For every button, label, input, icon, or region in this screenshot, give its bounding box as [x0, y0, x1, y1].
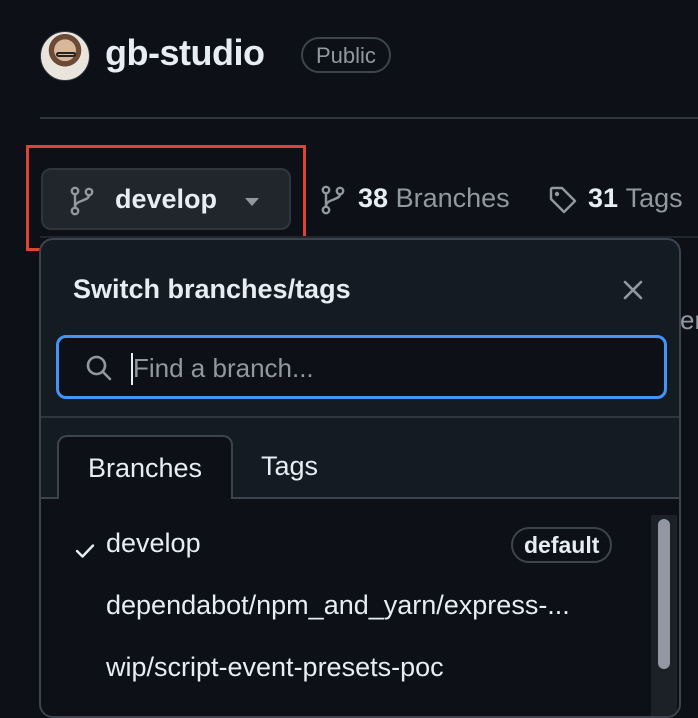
visibility-badge: Public [301, 37, 391, 73]
tags-count: 31 [588, 183, 619, 213]
search-icon [86, 355, 112, 381]
tab-tags[interactable]: Tags [261, 435, 321, 498]
branch-name: develop [106, 528, 201, 558]
header-divider [40, 117, 698, 119]
branch-search-field[interactable] [56, 335, 667, 399]
dropdown-title: Switch branches/tags [73, 274, 351, 304]
list-item[interactable]: dependabot/npm_and_yarn/express-... [41, 561, 641, 623]
background-partial-text: er [680, 305, 698, 335]
tag-icon [549, 186, 577, 214]
branch-search-input[interactable] [131, 348, 635, 388]
repo-name[interactable]: gb-studio [105, 32, 265, 74]
git-branch-icon [321, 185, 345, 215]
default-badge: default [511, 527, 613, 563]
owner-avatar[interactable] [40, 31, 90, 81]
tags-label: Tags [625, 183, 683, 213]
branch-list: develop default dependabot/npm_and_yarn/… [41, 499, 679, 716]
text-cursor [131, 353, 133, 385]
check-icon [75, 544, 95, 558]
branches-link[interactable]: 38 Branches [320, 183, 510, 215]
scrollbar-thumb[interactable] [658, 519, 670, 669]
branch-name: dependabot/npm_and_yarn/express-... [106, 590, 570, 620]
branches-count: 38 [358, 183, 389, 213]
list-item[interactable]: wip/script-event-presets-poc [41, 623, 641, 685]
branch-name: wip/script-event-presets-poc [106, 652, 444, 682]
branch-switcher-dropdown: Switch branches/tags Branches Tags devel… [39, 238, 681, 718]
tags-link[interactable]: 31 Tags [548, 183, 683, 214]
tab-branches[interactable]: Branches [57, 435, 233, 498]
close-icon[interactable] [619, 276, 647, 304]
search-divider [41, 416, 679, 418]
branches-label: Branches [395, 183, 510, 213]
list-item[interactable]: develop default [41, 499, 641, 563]
